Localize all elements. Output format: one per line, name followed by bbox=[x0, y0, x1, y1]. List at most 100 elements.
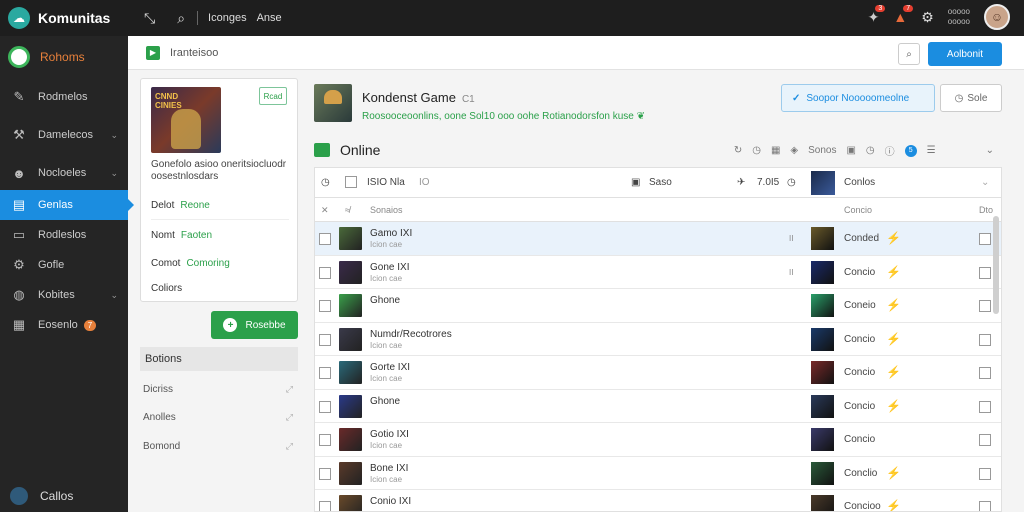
add-button[interactable]: + Rosebbe bbox=[211, 311, 298, 339]
refresh-icon[interactable]: ↻ bbox=[734, 145, 742, 156]
close-icon[interactable]: ✕ bbox=[321, 205, 329, 216]
list-icon[interactable]: ☰ bbox=[927, 145, 936, 156]
section-item[interactable]: Bomond ⤢ bbox=[143, 441, 293, 452]
clock-icon[interactable]: ◷ bbox=[752, 145, 761, 156]
player-name[interactable]: Gone IXI bbox=[370, 262, 409, 273]
row-action-checkbox[interactable] bbox=[979, 333, 991, 346]
table-row[interactable]: Ghone Coneio ⚡ bbox=[315, 289, 1001, 323]
row-action-checkbox[interactable] bbox=[979, 300, 991, 312]
sidebar-item-genlas[interactable]: ▤ Genlas bbox=[0, 190, 134, 220]
player-subtext: Icion cae bbox=[370, 474, 403, 484]
row-checkbox[interactable] bbox=[319, 333, 331, 346]
row-action-checkbox[interactable] bbox=[979, 501, 991, 511]
topbar-link-2[interactable]: Anse bbox=[257, 12, 282, 24]
settings-icon[interactable]: ⚙ bbox=[921, 9, 934, 26]
info-icon[interactable]: ⓘ bbox=[885, 143, 895, 158]
row-checkbox[interactable] bbox=[319, 367, 331, 379]
shield-icon[interactable]: ◈ bbox=[790, 145, 798, 156]
filter-score[interactable]: 7.0I5 bbox=[757, 177, 779, 188]
sidebar-item-eosenlo[interactable]: ▦ Eosenlo 7 bbox=[0, 310, 128, 340]
user-avatar[interactable]: ☺ bbox=[984, 4, 1010, 30]
filter-name[interactable]: ISIO Nla bbox=[367, 177, 405, 188]
row-checkbox[interactable] bbox=[319, 266, 331, 279]
sort-icon[interactable]: ≉ bbox=[345, 205, 350, 215]
filter-toggle-icon[interactable]: ▣ bbox=[631, 177, 640, 188]
app-logo[interactable]: ☁ Komunitas bbox=[0, 7, 134, 29]
primary-button[interactable]: Aolbonit bbox=[928, 42, 1002, 66]
expand-icon[interactable]: ⤢ bbox=[286, 441, 293, 452]
table-row[interactable]: Gone IXI Icion cae II Concio ⚡ bbox=[315, 256, 1001, 289]
collapse-icon[interactable]: ⤡ bbox=[144, 10, 155, 27]
table-row[interactable]: Gorte IXI Icion cae Concio ⚡ bbox=[315, 356, 1001, 390]
notifications-icon[interactable]: ✦ 3 bbox=[868, 4, 886, 26]
expand-icon[interactable]: ⤢ bbox=[286, 384, 293, 395]
messages-icon[interactable]: ▲ 7 bbox=[893, 5, 914, 25]
table-row[interactable]: Bone IXI Icion cae Conclio ⚡ bbox=[315, 457, 1001, 490]
sidebar-item-nocloeles[interactable]: ☻ Nocloeles ⌄ bbox=[0, 158, 128, 188]
expand-icon[interactable]: ⤢ bbox=[286, 412, 293, 423]
row-action-checkbox[interactable] bbox=[979, 233, 991, 245]
search-icon[interactable]: ⌕ bbox=[177, 10, 185, 27]
game-thumbnail bbox=[811, 461, 834, 485]
scrollbar[interactable] bbox=[993, 216, 999, 314]
player-name[interactable]: Ghone bbox=[370, 295, 400, 306]
search-button[interactable]: ⌕ bbox=[898, 43, 920, 65]
follow-button[interactable]: ✓ Soopor Nooooomeolne bbox=[781, 84, 935, 112]
grid-icon[interactable]: ▦ bbox=[771, 145, 780, 156]
table-row[interactable]: Numdr/Recotrores Icion cae Concio ⚡ bbox=[315, 323, 1001, 356]
sidebar-item-rodleslos[interactable]: ▭ Rodleslos bbox=[0, 220, 128, 250]
player-name[interactable]: Ghone bbox=[370, 396, 400, 407]
column-status[interactable]: Concio bbox=[844, 205, 872, 215]
pin-icon[interactable]: ✈ bbox=[737, 177, 745, 188]
section-item[interactable]: Dicriss ⤢ bbox=[143, 384, 293, 395]
top-bar: ☁ Komunitas ⤡ ⌕ Iconges Anse ✦ 3 ▲ 7 ⚙ ooo… bbox=[0, 0, 1024, 36]
sidebar-item-gofle[interactable]: ⚙ Gofle bbox=[0, 250, 128, 280]
timer-icon[interactable]: ◷ bbox=[866, 145, 875, 156]
row-checkbox[interactable] bbox=[319, 501, 331, 511]
sidebar-item-rodmelos[interactable]: ✎ Rodmelos bbox=[0, 82, 128, 112]
player-name[interactable]: Gamo IXI bbox=[370, 228, 412, 239]
column-action[interactable]: Dto bbox=[979, 205, 993, 215]
row-action-checkbox[interactable] bbox=[979, 467, 991, 480]
row-action-checkbox[interactable] bbox=[979, 400, 991, 413]
copy-icon[interactable]: ▣ bbox=[846, 145, 855, 156]
filter-status[interactable]: Saso bbox=[649, 177, 672, 188]
row-action-checkbox[interactable] bbox=[979, 434, 991, 446]
row-action-checkbox[interactable] bbox=[979, 367, 991, 379]
secondary-button[interactable]: ◷ Sole bbox=[940, 84, 1002, 112]
row-checkbox[interactable] bbox=[319, 467, 331, 480]
filter-concio[interactable]: Conlos bbox=[844, 177, 875, 188]
table-row[interactable]: Conio IXI Concioo ⚡ bbox=[315, 490, 1001, 511]
player-name[interactable]: Bone IXI bbox=[370, 463, 408, 474]
filter-checkbox[interactable] bbox=[345, 176, 357, 188]
sidebar-item-damelecos[interactable]: ⚒ Damelecos ⌄ bbox=[0, 120, 128, 150]
row-checkbox[interactable] bbox=[319, 233, 331, 245]
chevron-down-icon[interactable]: ⌄ bbox=[986, 145, 994, 156]
search-icon: ⌕ bbox=[906, 48, 912, 60]
player-name[interactable]: Conio IXI bbox=[370, 496, 411, 507]
sidebar-bottom-item[interactable]: Callos bbox=[0, 482, 128, 510]
timer-icon[interactable]: ◷ bbox=[787, 177, 796, 188]
row-checkbox[interactable] bbox=[319, 400, 331, 413]
table-row[interactable]: Gamo IXI Icion cae II Conded ⚡ bbox=[315, 222, 1001, 256]
topbar-link-1[interactable]: Iconges bbox=[208, 12, 247, 24]
player-name[interactable]: Gotio IXI bbox=[370, 429, 409, 440]
section-item-label: Dicriss bbox=[143, 384, 173, 395]
row-checkbox[interactable] bbox=[319, 300, 331, 312]
bolt-icon: ⚡ bbox=[886, 465, 901, 480]
row-action-checkbox[interactable] bbox=[979, 266, 991, 279]
section-item[interactable]: Anolles ⤢ bbox=[143, 412, 293, 423]
game-cover-image[interactable]: CNND CINIES bbox=[151, 87, 221, 153]
player-name[interactable]: Gorte IXI bbox=[370, 362, 410, 373]
table-row[interactable]: Ghone Concio ⚡ bbox=[315, 390, 1001, 423]
column-name[interactable]: Sonaios bbox=[370, 205, 403, 215]
sidebar-profile[interactable]: Rohoms bbox=[0, 36, 128, 78]
player-name[interactable]: Numdr/Recotrores bbox=[370, 329, 452, 340]
tools-label[interactable]: Sonos bbox=[808, 145, 836, 156]
time-icon[interactable]: ◷ bbox=[321, 177, 330, 188]
sidebar-item-kobites[interactable]: ◍ Kobites ⌄ bbox=[0, 280, 128, 310]
game-tag[interactable]: Rcad bbox=[259, 87, 287, 105]
chevron-down-icon[interactable]: ⌄ bbox=[981, 177, 989, 188]
row-checkbox[interactable] bbox=[319, 434, 331, 446]
table-row[interactable]: Gotio IXI Icion cae Concio bbox=[315, 423, 1001, 457]
